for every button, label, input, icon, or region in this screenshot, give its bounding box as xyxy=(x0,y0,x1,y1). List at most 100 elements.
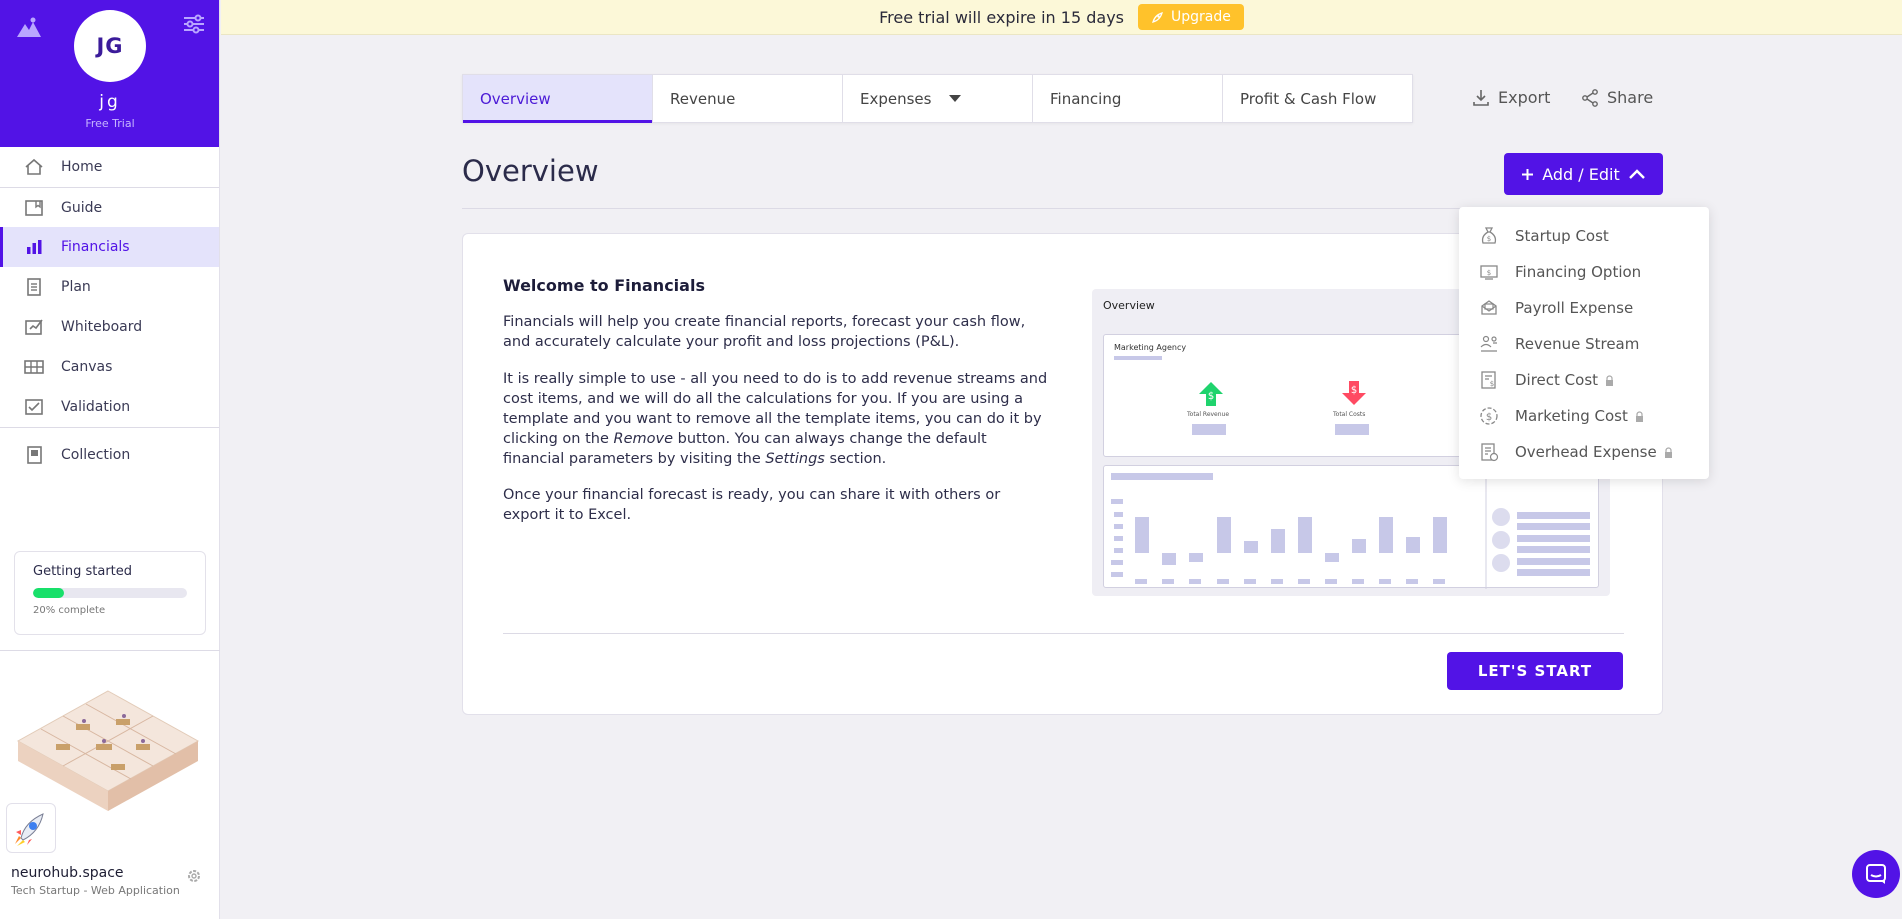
share-icon xyxy=(1582,88,1598,107)
usage-text: section. xyxy=(824,451,887,467)
whiteboard-icon xyxy=(25,319,43,335)
getting-started-percent: 20% complete xyxy=(33,605,106,616)
menu-item-payroll-expense[interactable]: Payroll Expense xyxy=(1459,290,1709,326)
menu-item-label: Revenue Stream xyxy=(1515,335,1640,353)
financing-icon: $ xyxy=(1480,265,1498,280)
gear-icon[interactable] xyxy=(186,868,202,884)
money-bag-icon: $ xyxy=(1481,227,1497,244)
up-arrow-dollar-icon: $ xyxy=(1199,382,1223,406)
preview-placeholder-bar xyxy=(1192,424,1226,435)
preview-placeholder-bar xyxy=(1335,424,1369,435)
sidebar-item-label: Guide xyxy=(61,199,103,216)
menu-item-marketing-cost[interactable]: $ Marketing Cost xyxy=(1459,398,1709,434)
canvas-icon xyxy=(24,360,44,374)
tab-overview[interactable]: Overview xyxy=(463,75,653,123)
sidebar-item-guide[interactable]: Guide xyxy=(0,187,219,227)
home-icon xyxy=(25,158,43,175)
user-tier: Free Trial xyxy=(85,117,135,130)
upgrade-button[interactable]: Upgrade xyxy=(1138,4,1244,30)
getting-started-title: Getting started xyxy=(33,564,133,579)
export-label: Export xyxy=(1498,88,1551,107)
revenue-stream-icon xyxy=(1480,335,1497,352)
direct-cost-icon: $ xyxy=(1481,371,1496,389)
trial-banner: Free trial will expire in 15 days Upgrad… xyxy=(221,0,1902,35)
lock-icon xyxy=(1664,446,1672,458)
sidebar-item-whiteboard[interactable]: Whiteboard xyxy=(0,307,219,347)
preview-total-costs: Total Costs xyxy=(1333,411,1366,418)
sidebar-item-label: Financials xyxy=(61,239,130,255)
sidebar-item-plan[interactable]: Plan xyxy=(0,267,219,307)
intro-paragraph: Financials will help you create financia… xyxy=(503,314,1026,350)
menu-item-overhead-expense[interactable]: Overhead Expense xyxy=(1459,434,1709,470)
lock-icon xyxy=(1635,410,1643,422)
preview-total-revenue: Total Revenue xyxy=(1187,411,1230,418)
upgrade-label: Upgrade xyxy=(1171,9,1231,25)
financials-tabs: Overview Revenue Expenses Financing Prof… xyxy=(462,74,1413,123)
guide-icon xyxy=(25,199,43,216)
mountain-logo-icon[interactable] xyxy=(16,16,42,38)
getting-started-progress-bar xyxy=(33,588,187,598)
lets-start-button[interactable]: LET'S START xyxy=(1447,652,1623,690)
menu-item-label: Payroll Expense xyxy=(1515,299,1634,317)
sidebar: JG jg Free Trial Home Guide Financials P… xyxy=(0,0,220,919)
avatar[interactable]: JG xyxy=(74,10,146,82)
settings-emphasis: Settings xyxy=(765,451,825,467)
chat-launcher-button[interactable] xyxy=(1852,850,1900,898)
svg-text:$: $ xyxy=(1487,269,1491,277)
add-edit-dropdown: $ Startup Cost $ Financing Option Payrol… xyxy=(1459,207,1709,479)
export-paragraph: Once your financial forecast is ready, y… xyxy=(503,487,1001,523)
export-button[interactable]: Export xyxy=(1472,88,1550,107)
rocket-small-icon xyxy=(1152,11,1163,23)
svg-text:$: $ xyxy=(1487,235,1491,243)
tab-financing[interactable]: Financing xyxy=(1033,75,1223,122)
getting-started-card[interactable]: Getting started 20% complete xyxy=(14,551,206,635)
sidebar-nav: Home Guide Financials Plan Whiteboard Ca… xyxy=(0,147,219,481)
tab-revenue[interactable]: Revenue xyxy=(653,75,843,122)
sidebar-item-label: Collection xyxy=(61,446,131,463)
menu-item-startup-cost[interactable]: $ Startup Cost xyxy=(1459,218,1709,254)
plus-icon xyxy=(1522,168,1534,180)
menu-item-label: Marketing Cost xyxy=(1515,407,1628,425)
sliders-icon[interactable] xyxy=(183,14,205,34)
office-illustration xyxy=(16,690,200,811)
tab-expenses[interactable]: Expenses xyxy=(843,75,1033,122)
sidebar-item-validation[interactable]: Validation xyxy=(0,387,219,427)
divider xyxy=(503,633,1624,634)
plan-icon xyxy=(27,278,41,296)
preview-mini-chart xyxy=(1111,466,1590,589)
menu-item-direct-cost[interactable]: $ Direct Cost xyxy=(1459,362,1709,398)
sidebar-item-label: Validation xyxy=(61,399,131,415)
progress-fill xyxy=(33,588,64,598)
preview-title: Overview xyxy=(1103,299,1155,312)
sidebar-item-label: Home xyxy=(61,159,103,175)
menu-item-label: Financing Option xyxy=(1515,263,1642,281)
sidebar-item-collection[interactable]: Collection xyxy=(0,427,219,481)
remove-emphasis: Remove xyxy=(613,431,674,447)
share-button[interactable]: Share xyxy=(1581,88,1653,107)
trial-banner-text: Free trial will expire in 15 days xyxy=(879,7,1124,27)
menu-item-label: Overhead Expense xyxy=(1515,443,1657,461)
svg-text:$: $ xyxy=(1486,412,1492,423)
preview-chart-panel xyxy=(1103,465,1599,589)
workspace-name[interactable]: neurohub.space xyxy=(11,865,124,881)
tab-profit-cash-flow[interactable]: Profit & Cash Flow xyxy=(1223,75,1412,122)
preview-company: Marketing Agency xyxy=(1114,343,1187,352)
sidebar-item-canvas[interactable]: Canvas xyxy=(0,347,219,387)
sidebar-item-label: Whiteboard xyxy=(61,319,143,335)
workspace-type: Tech Startup - Web Application xyxy=(11,884,180,897)
svg-text:$: $ xyxy=(1490,380,1494,388)
tab-label: Revenue xyxy=(670,89,736,108)
add-edit-button[interactable]: Add / Edit xyxy=(1504,153,1663,195)
bar-chart-icon xyxy=(27,240,42,254)
sidebar-item-financials[interactable]: Financials xyxy=(0,227,219,267)
tab-label: Expenses xyxy=(860,89,932,108)
workspace-panel: neurohub.space Tech Startup - Web Applic… xyxy=(0,650,220,919)
menu-item-revenue-stream[interactable]: Revenue Stream xyxy=(1459,326,1709,362)
rocket-icon[interactable] xyxy=(6,803,56,853)
sidebar-header: JG jg Free Trial xyxy=(0,0,219,147)
svg-text:$: $ xyxy=(1351,385,1357,396)
lock-icon xyxy=(1606,374,1614,386)
share-label: Share xyxy=(1607,88,1654,107)
menu-item-financing-option[interactable]: $ Financing Option xyxy=(1459,254,1709,290)
sidebar-item-home[interactable]: Home xyxy=(0,147,219,187)
